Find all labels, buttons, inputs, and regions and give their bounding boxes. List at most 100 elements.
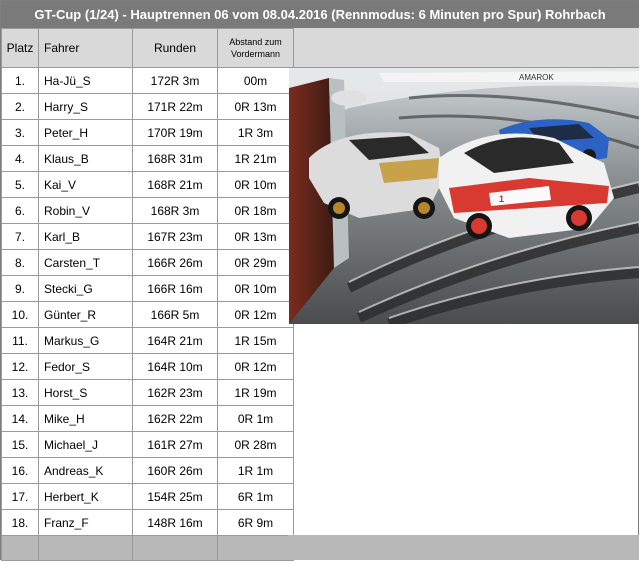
cell-platz: 10. bbox=[1, 301, 39, 328]
cell-abstand: 1R 21m bbox=[217, 145, 294, 172]
footer-cell bbox=[132, 535, 218, 561]
cell-runden: 164R 21m bbox=[132, 327, 218, 354]
footer-row-fill bbox=[288, 535, 639, 560]
cell-runden: 160R 26m bbox=[132, 457, 218, 484]
car-number: 1 bbox=[499, 194, 504, 204]
cell-runden: 168R 3m bbox=[132, 197, 218, 224]
cell-platz: 12. bbox=[1, 353, 39, 380]
table-footer-row bbox=[1, 535, 294, 561]
cell-abstand: 1R 3m bbox=[217, 119, 294, 146]
results-rows: 1. Ha-Jü_S 172R 3m 00m 2. Harry_S 171R 22m 0R 1… bbox=[1, 67, 294, 536]
table-row: 7. Karl_B 167R 23m 0R 13m bbox=[1, 223, 294, 250]
column-header-fahrer: Fahrer bbox=[38, 28, 133, 68]
cell-fahrer: Michael_J bbox=[38, 431, 133, 458]
footer-cell bbox=[217, 535, 294, 561]
cell-fahrer: Karl_B bbox=[38, 223, 133, 250]
cell-runden: 167R 23m bbox=[132, 223, 218, 250]
cell-runden: 166R 16m bbox=[132, 275, 218, 302]
cell-runden: 164R 10m bbox=[132, 353, 218, 380]
banner-text: AMAROK bbox=[519, 73, 554, 82]
cell-fahrer: Ha-Jü_S bbox=[38, 67, 133, 94]
column-header-abstand-label: Abstand zum Vordermann bbox=[229, 37, 282, 59]
cell-abstand: 1R 15m bbox=[217, 327, 294, 354]
table-row: 16. Andreas_K 160R 26m 1R 1m bbox=[1, 457, 294, 484]
table-row: 13. Horst_S 162R 23m 1R 19m bbox=[1, 379, 294, 406]
table-row: 14. Mike_H 162R 22m 0R 1m bbox=[1, 405, 294, 432]
cell-abstand: 0R 13m bbox=[217, 93, 294, 120]
table-row: 15. Michael_J 161R 27m 0R 28m bbox=[1, 431, 294, 458]
cell-abstand: 0R 1m bbox=[217, 405, 294, 432]
cell-fahrer: Stecki_G bbox=[38, 275, 133, 302]
cell-abstand: 6R 1m bbox=[217, 483, 294, 510]
table-header-row: Platz Fahrer Runden Abstand zum Vorderma… bbox=[1, 28, 294, 68]
table-row: 6. Robin_V 168R 3m 0R 18m bbox=[1, 197, 294, 224]
race-photo-illustration: AMAROK 1 bbox=[289, 68, 639, 324]
column-header-platz: Platz bbox=[1, 28, 39, 68]
cell-abstand: 0R 13m bbox=[217, 223, 294, 250]
cell-runden: 154R 25m bbox=[132, 483, 218, 510]
results-page: GT-Cup (1/24) - Hauptrennen 06 vom 08.04… bbox=[0, 0, 639, 561]
cell-platz: 11. bbox=[1, 327, 39, 354]
table-row: 2. Harry_S 171R 22m 0R 13m bbox=[1, 93, 294, 120]
cell-platz: 13. bbox=[1, 379, 39, 406]
cell-runden: 168R 31m bbox=[132, 145, 218, 172]
cell-abstand: 0R 18m bbox=[217, 197, 294, 224]
cell-abstand: 0R 10m bbox=[217, 171, 294, 198]
cell-runden: 171R 22m bbox=[132, 93, 218, 120]
cell-platz: 2. bbox=[1, 93, 39, 120]
cell-abstand: 0R 12m bbox=[217, 301, 294, 328]
cell-abstand: 0R 12m bbox=[217, 353, 294, 380]
cell-platz: 5. bbox=[1, 171, 39, 198]
cell-fahrer: Robin_V bbox=[38, 197, 133, 224]
cell-platz: 18. bbox=[1, 509, 39, 536]
table-row: 8. Carsten_T 166R 26m 0R 29m bbox=[1, 249, 294, 276]
cell-runden: 166R 26m bbox=[132, 249, 218, 276]
cell-fahrer: Andreas_K bbox=[38, 457, 133, 484]
footer-cell bbox=[1, 535, 39, 561]
table-row: 4. Klaus_B 168R 31m 1R 21m bbox=[1, 145, 294, 172]
cell-runden: 166R 5m bbox=[132, 301, 218, 328]
cell-platz: 6. bbox=[1, 197, 39, 224]
cell-platz: 4. bbox=[1, 145, 39, 172]
cell-fahrer: Markus_G bbox=[38, 327, 133, 354]
cell-fahrer: Peter_H bbox=[38, 119, 133, 146]
cell-abstand: 1R 19m bbox=[217, 379, 294, 406]
table-row: 11. Markus_G 164R 21m 1R 15m bbox=[1, 327, 294, 354]
cell-platz: 14. bbox=[1, 405, 39, 432]
cell-abstand: 0R 29m bbox=[217, 249, 294, 276]
cell-fahrer: Fedor_S bbox=[38, 353, 133, 380]
cell-abstand: 1R 1m bbox=[217, 457, 294, 484]
cell-abstand: 0R 28m bbox=[217, 431, 294, 458]
table-row: 9. Stecki_G 166R 16m 0R 10m bbox=[1, 275, 294, 302]
table-row: 3. Peter_H 170R 19m 1R 3m bbox=[1, 119, 294, 146]
column-header-abstand: Abstand zum Vordermann bbox=[217, 28, 294, 68]
cell-platz: 15. bbox=[1, 431, 39, 458]
cell-runden: 172R 3m bbox=[132, 67, 218, 94]
results-table: Platz Fahrer Runden Abstand zum Vorderma… bbox=[1, 28, 294, 561]
cell-fahrer: Horst_S bbox=[38, 379, 133, 406]
cell-fahrer: Günter_R bbox=[38, 301, 133, 328]
cell-fahrer: Franz_F bbox=[38, 509, 133, 536]
cell-fahrer: Klaus_B bbox=[38, 145, 133, 172]
cell-fahrer: Mike_H bbox=[38, 405, 133, 432]
cell-abstand: 00m bbox=[217, 67, 294, 94]
cell-runden: 168R 21m bbox=[132, 171, 218, 198]
cell-platz: 17. bbox=[1, 483, 39, 510]
cell-runden: 162R 22m bbox=[132, 405, 218, 432]
table-row: 17. Herbert_K 154R 25m 6R 1m bbox=[1, 483, 294, 510]
cell-fahrer: Herbert_K bbox=[38, 483, 133, 510]
cell-runden: 161R 27m bbox=[132, 431, 218, 458]
cell-runden: 148R 16m bbox=[132, 509, 218, 536]
table-row: 1. Ha-Jü_S 172R 3m 00m bbox=[1, 67, 294, 94]
table-row: 5. Kai_V 168R 21m 0R 10m bbox=[1, 171, 294, 198]
cell-runden: 170R 19m bbox=[132, 119, 218, 146]
page-title: GT-Cup (1/24) - Hauptrennen 06 vom 08.04… bbox=[1, 1, 639, 28]
cell-platz: 7. bbox=[1, 223, 39, 250]
slot-car-race-photo: AMAROK 1 bbox=[289, 68, 639, 324]
cell-platz: 9. bbox=[1, 275, 39, 302]
cell-abstand: 6R 9m bbox=[217, 509, 294, 536]
cell-platz: 16. bbox=[1, 457, 39, 484]
cell-fahrer: Kai_V bbox=[38, 171, 133, 198]
cell-platz: 3. bbox=[1, 119, 39, 146]
table-row: 10. Günter_R 166R 5m 0R 12m bbox=[1, 301, 294, 328]
